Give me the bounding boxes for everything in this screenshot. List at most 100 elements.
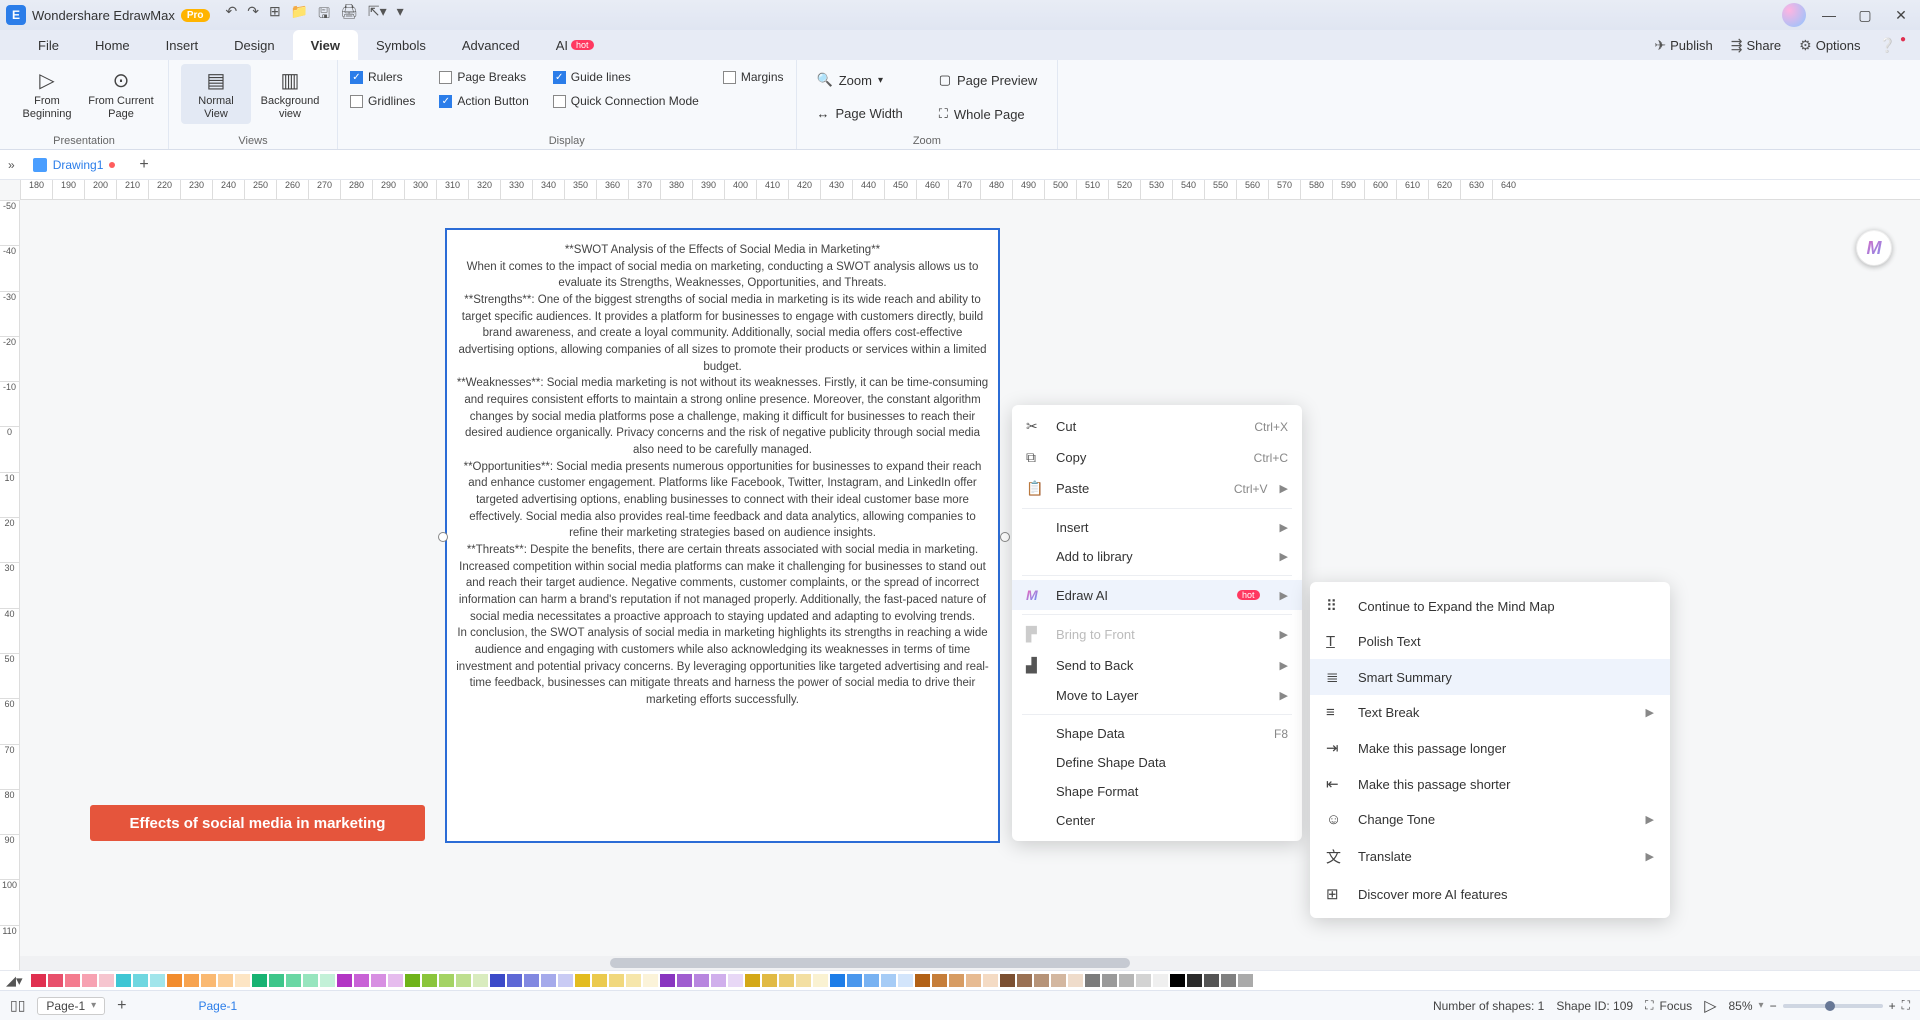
color-swatch[interactable] [1017, 974, 1032, 987]
menu-ai[interactable]: AIhot [538, 30, 612, 60]
color-swatch[interactable] [31, 974, 46, 987]
edraw-ai-fab[interactable]: M [1856, 230, 1892, 266]
eyedropper-icon[interactable]: ◢▾ [6, 973, 23, 989]
scrollbar-thumb[interactable] [610, 958, 1130, 968]
document-tab[interactable]: Drawing1 [23, 158, 126, 172]
color-swatch[interactable] [1136, 974, 1151, 987]
zoom-slider[interactable] [1783, 1004, 1883, 1008]
color-swatch[interactable] [626, 974, 641, 987]
color-swatch[interactable] [813, 974, 828, 987]
expand-panel-icon[interactable]: » [8, 158, 15, 172]
maximize-icon[interactable]: ▢ [1852, 2, 1878, 28]
ctx-define-shape-data[interactable]: Define Shape Data [1012, 748, 1302, 777]
color-swatch[interactable] [524, 974, 539, 987]
color-swatch[interactable] [473, 974, 488, 987]
from-beginning-button[interactable]: ▷From Beginning [12, 64, 82, 124]
connection-point-right[interactable] [1000, 532, 1010, 542]
normal-view-button[interactable]: ▤Normal View [181, 64, 251, 124]
color-swatch[interactable] [235, 974, 250, 987]
close-icon[interactable]: ✕ [1888, 2, 1914, 28]
undo-icon[interactable]: ↶ [226, 3, 238, 27]
ai-text-break[interactable]: ≡Text Break▶ [1310, 695, 1670, 730]
margins-checkbox[interactable]: Margins [723, 70, 784, 84]
color-swatch[interactable] [1187, 974, 1202, 987]
color-swatch[interactable] [218, 974, 233, 987]
color-swatch[interactable] [371, 974, 386, 987]
color-swatch[interactable] [167, 974, 182, 987]
gridlines-checkbox[interactable]: Gridlines [350, 94, 415, 108]
color-swatch[interactable] [779, 974, 794, 987]
color-swatch[interactable] [1034, 974, 1049, 987]
color-swatch[interactable] [1051, 974, 1066, 987]
page-nav-icon[interactable]: ▯▯ [10, 997, 25, 1014]
menu-view[interactable]: View [293, 30, 358, 60]
share-button[interactable]: ⇶Share [1731, 37, 1781, 54]
color-swatch[interactable] [82, 974, 97, 987]
swot-text-shape[interactable]: **SWOT Analysis of the Effects of Social… [445, 228, 1000, 843]
ctx-add-to-library[interactable]: Add to library▶ [1012, 542, 1302, 571]
menu-file[interactable]: File [20, 30, 77, 60]
present-icon[interactable]: ▷ [1704, 996, 1716, 1016]
connection-point-left[interactable] [438, 532, 448, 542]
ai-expand-mindmap[interactable]: ⠿Continue to Expand the Mind Map [1310, 588, 1670, 624]
color-swatch[interactable] [915, 974, 930, 987]
add-tab-button[interactable]: + [133, 156, 154, 174]
color-swatch[interactable] [643, 974, 658, 987]
color-swatch[interactable] [405, 974, 420, 987]
ai-make-shorter[interactable]: ⇤Make this passage shorter [1310, 766, 1670, 802]
color-swatch[interactable] [660, 974, 675, 987]
topic-tag-shape[interactable]: Effects of social media in marketing [90, 805, 425, 841]
color-swatch[interactable] [48, 974, 63, 987]
print-icon[interactable]: 🖨 [340, 3, 358, 27]
color-swatch[interactable] [1238, 974, 1253, 987]
ctx-center[interactable]: Center [1012, 806, 1302, 835]
menu-home[interactable]: Home [77, 30, 148, 60]
color-swatch[interactable] [456, 974, 471, 987]
ctx-edraw-ai[interactable]: MEdraw AIhot▶ [1012, 580, 1302, 610]
color-swatch[interactable] [558, 974, 573, 987]
color-swatch[interactable] [677, 974, 692, 987]
ai-polish-text[interactable]: T̲Polish Text [1310, 624, 1670, 659]
quick-connection-checkbox[interactable]: Quick Connection Mode [553, 94, 699, 108]
ctx-move-to-layer[interactable]: Move to Layer▶ [1012, 681, 1302, 710]
open-icon[interactable]: 📁 [291, 3, 308, 27]
color-swatch[interactable] [269, 974, 284, 987]
focus-button[interactable]: ⛶Focus [1645, 998, 1692, 1013]
page-selector[interactable]: Page-1▾ [37, 997, 105, 1015]
color-swatch[interactable] [303, 974, 318, 987]
ctx-copy[interactable]: ⧉CopyCtrl+C [1012, 442, 1302, 473]
page-tab[interactable]: Page-1 [199, 999, 238, 1013]
color-swatch[interactable] [1119, 974, 1134, 987]
color-swatch[interactable] [490, 974, 505, 987]
menu-design[interactable]: Design [216, 30, 292, 60]
color-swatch[interactable] [864, 974, 879, 987]
page-preview-button[interactable]: ▢Page Preview [931, 68, 1046, 92]
color-swatch[interactable] [1085, 974, 1100, 987]
ai-smart-summary[interactable]: ≣Smart Summary [1310, 659, 1670, 695]
minimize-icon[interactable]: — [1816, 2, 1842, 28]
color-swatch[interactable] [354, 974, 369, 987]
add-page-button[interactable]: + [117, 997, 126, 1015]
color-swatch[interactable] [983, 974, 998, 987]
color-swatch[interactable] [65, 974, 80, 987]
color-swatch[interactable] [286, 974, 301, 987]
save-icon[interactable]: 🖫 [318, 3, 330, 27]
page-breaks-checkbox[interactable]: Page Breaks [439, 70, 528, 84]
color-swatch[interactable] [1170, 974, 1185, 987]
ai-discover-more[interactable]: ⊞Discover more AI features [1310, 876, 1670, 912]
color-swatch[interactable] [592, 974, 607, 987]
color-swatch[interactable] [796, 974, 811, 987]
color-swatch[interactable] [694, 974, 709, 987]
menu-insert[interactable]: Insert [148, 30, 217, 60]
color-swatch[interactable] [439, 974, 454, 987]
ctx-shape-data[interactable]: Shape DataF8 [1012, 719, 1302, 748]
color-swatch[interactable] [337, 974, 352, 987]
color-swatch[interactable] [388, 974, 403, 987]
ctx-send-to-back[interactable]: ▟Send to Back▶ [1012, 650, 1302, 681]
color-swatch[interactable] [116, 974, 131, 987]
color-swatch[interactable] [728, 974, 743, 987]
ctx-insert[interactable]: Insert▶ [1012, 513, 1302, 542]
page-width-button[interactable]: ↔Page Width [809, 102, 911, 125]
zoom-button[interactable]: 🔍Zoom▾ [809, 68, 911, 92]
color-swatch[interactable] [99, 974, 114, 987]
